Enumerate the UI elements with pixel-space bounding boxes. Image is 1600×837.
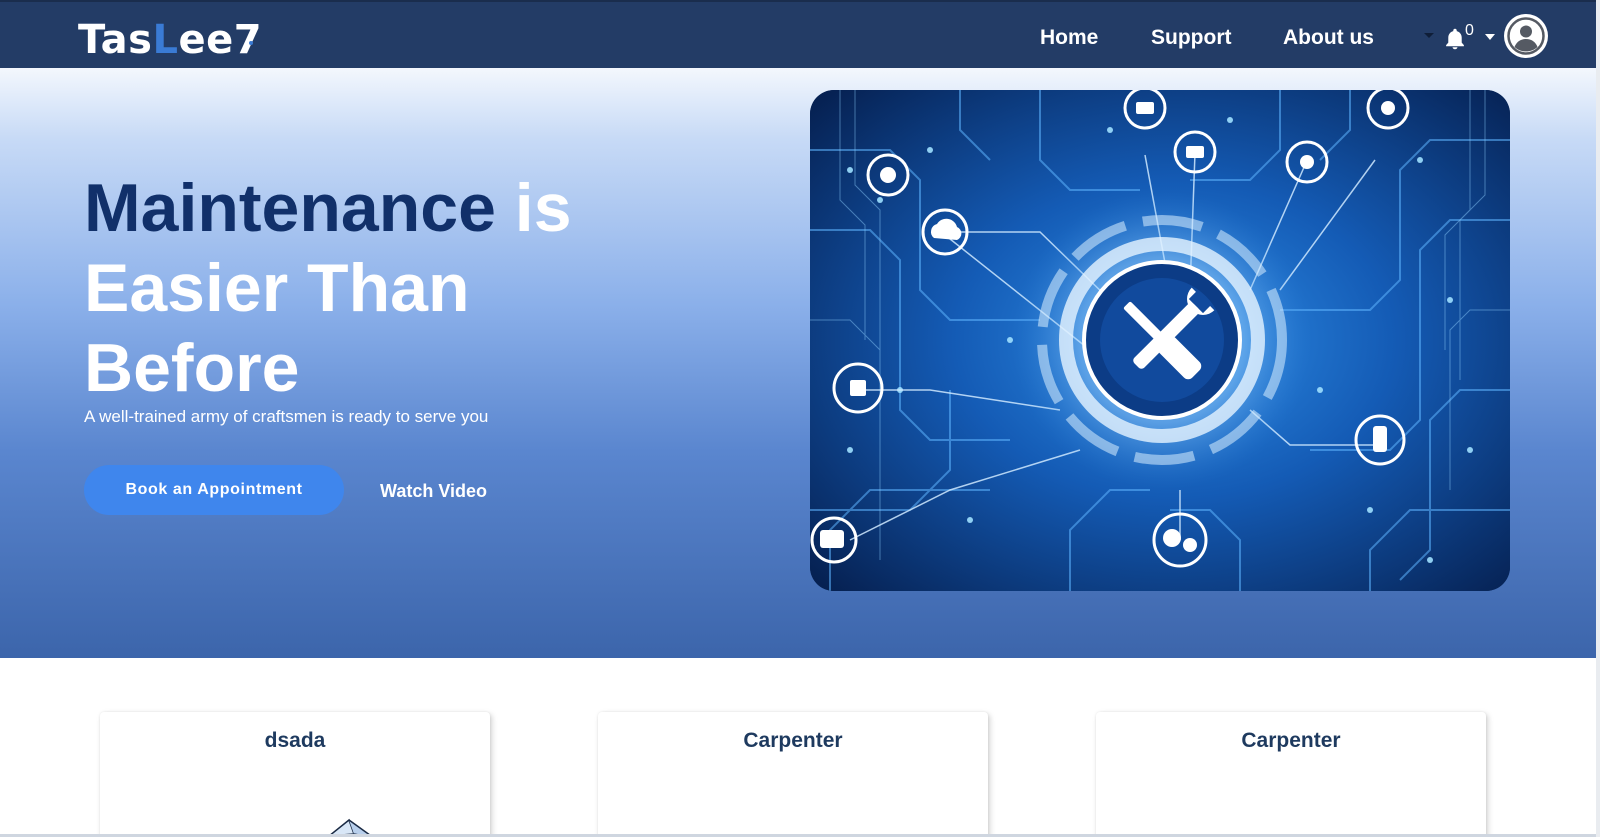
user-avatar-icon (1507, 17, 1545, 55)
hero-subtitle: A well-trained army of craftsmen is read… (84, 407, 489, 426)
nav-link-home[interactable]: Home (1040, 25, 1098, 51)
logo-text-part1: Tas (78, 17, 153, 63)
hero-title-part-2: Easier Than (84, 250, 470, 326)
hero-circuit-image (810, 90, 1510, 591)
user-avatar-button[interactable] (1504, 14, 1548, 58)
hero-title-highlight: Maintenance (84, 170, 496, 246)
book-appointment-button[interactable]: Book an Appointment (84, 465, 344, 515)
service-card-title: Carpenter (743, 729, 843, 752)
scrollbar-track[interactable] (1596, 0, 1600, 837)
service-card[interactable]: Carpenter (598, 712, 988, 837)
language-dropdown-caret-icon[interactable] (1424, 33, 1434, 38)
service-card[interactable]: Carpenter (1096, 712, 1486, 837)
logo-text-part2: ee7 (178, 17, 263, 63)
notifications-dropdown-caret-icon[interactable] (1485, 34, 1495, 40)
hero-title-part-1: is (514, 170, 572, 246)
hero-section: Maintenance is Easier Than Before A well… (0, 68, 1600, 658)
hero-title-part-3: Before (84, 330, 300, 406)
notification-count-badge: 0 (1465, 22, 1474, 39)
logo-text-accent: L (152, 17, 179, 63)
nav-link-support[interactable]: Support (1151, 25, 1231, 51)
hero-title: Maintenance is Easier Than Before (84, 168, 704, 408)
watch-video-link[interactable]: Watch Video (380, 480, 487, 502)
service-card-title: Carpenter (1241, 729, 1341, 752)
brand-logo[interactable]: TasLee7 (78, 16, 262, 64)
top-navbar: TasLee7 Home Support About us 0 (0, 0, 1600, 68)
page: TasLee7 Home Support About us 0 Maintena… (0, 0, 1600, 837)
service-card[interactable]: dsada (100, 712, 490, 837)
nav-link-about-us[interactable]: About us (1283, 25, 1374, 51)
service-card-title: dsada (264, 729, 326, 752)
logo-dot (249, 41, 253, 45)
